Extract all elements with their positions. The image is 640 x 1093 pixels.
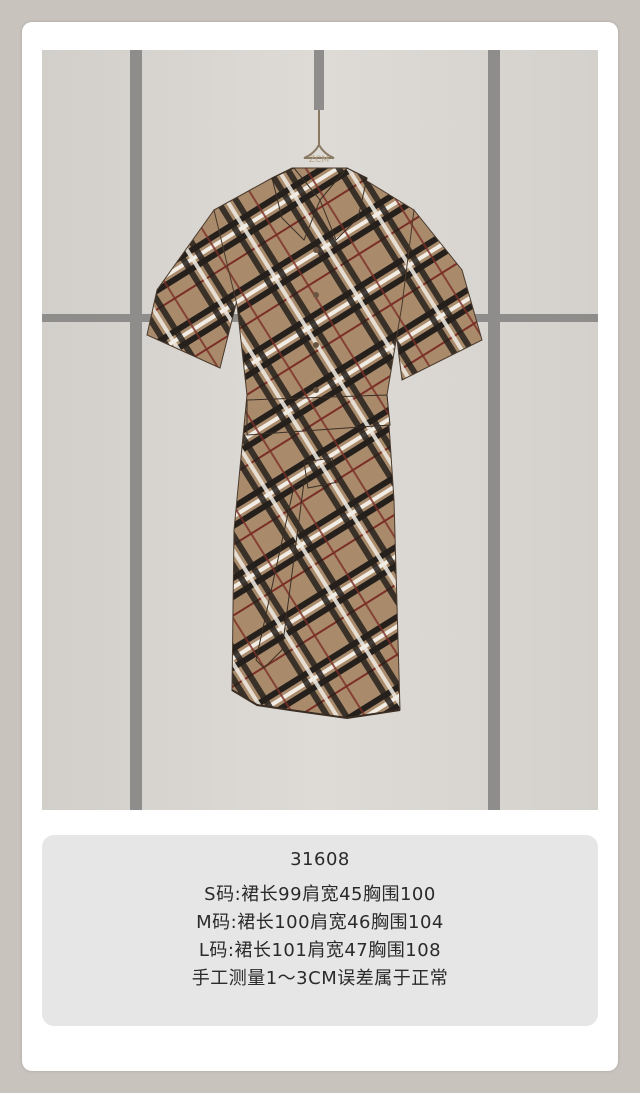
- measurement-note: 手工测量1～3CM误差属于正常: [191, 968, 449, 989]
- size-s-measurements: S码:裙长99肩宽45胸围100: [204, 884, 436, 905]
- product-photo: ZCM: [42, 50, 598, 810]
- size-info-card: 31608 S码:裙长99肩宽45胸围100 M码:裙长100肩宽46胸围104…: [42, 835, 598, 1026]
- product-code: 31608: [290, 849, 350, 870]
- size-l-measurements: L码:裙长101肩宽47胸围108: [198, 940, 442, 961]
- hanger-tag-text: ZCM: [309, 155, 329, 165]
- size-m-measurements: M码:裙长100肩宽46胸围104: [196, 912, 444, 933]
